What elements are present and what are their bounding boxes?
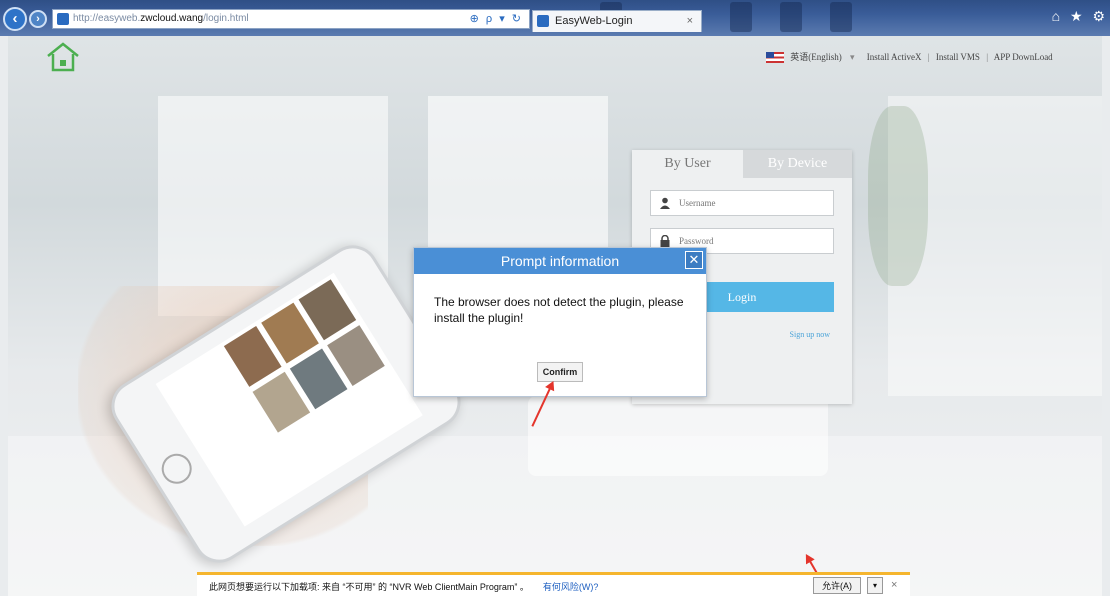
prompt-dialog: Prompt information ✕ The browser does no… bbox=[413, 247, 707, 397]
app-download-link[interactable]: APP DownLoad bbox=[994, 52, 1053, 62]
link-separator: | bbox=[986, 52, 988, 62]
link-separator: | bbox=[927, 52, 930, 62]
allow-options-dropdown[interactable]: ▾ bbox=[867, 577, 883, 594]
tab-close-icon[interactable]: × bbox=[687, 11, 693, 31]
dialog-title: Prompt information bbox=[414, 248, 706, 274]
dialog-message: The browser does not detect the plugin, … bbox=[434, 295, 684, 325]
address-url: http://easyweb.zwcloud.wang/login.html bbox=[73, 13, 249, 24]
username-field[interactable] bbox=[650, 190, 834, 216]
addon-notification-bar: 此网页想要运行以下加载项: 来自 “不可用” 的 “NVR Web Client… bbox=[197, 572, 910, 596]
page-content: 英语(English) ▾ Install ActiveX | Install … bbox=[8, 36, 1102, 596]
address-tools-icons[interactable]: ⊕ ρ ▾ ↻ bbox=[470, 10, 523, 28]
sign-up-link[interactable]: Sign up now bbox=[790, 330, 830, 339]
tab-title: EasyWeb-Login bbox=[555, 15, 633, 27]
close-icon[interactable]: × bbox=[891, 579, 897, 591]
browser-chrome: ‹ › http://easyweb.zwcloud.wang/login.ht… bbox=[0, 0, 1110, 36]
install-activex-link[interactable]: Install ActiveX bbox=[867, 52, 922, 62]
lock-icon bbox=[659, 234, 671, 247]
background-plant bbox=[868, 106, 928, 286]
back-button[interactable]: ‹ bbox=[3, 7, 27, 31]
us-flag-icon bbox=[766, 52, 784, 64]
risk-link[interactable]: 有何风险(W)? bbox=[543, 582, 599, 592]
confirm-button[interactable]: Confirm bbox=[537, 362, 583, 382]
chevron-down-icon[interactable]: ▾ bbox=[850, 52, 855, 62]
language-selector[interactable]: 英语(English) bbox=[790, 52, 842, 62]
browser-tab[interactable]: EasyWeb-Login × bbox=[532, 10, 702, 32]
tab-by-user[interactable]: By User bbox=[632, 150, 743, 178]
background-decoration bbox=[830, 2, 852, 32]
browser-toolbar-icons[interactable]: ⌂ ★ ⚙ bbox=[1052, 8, 1108, 25]
allow-button[interactable]: 允许(A) bbox=[813, 577, 861, 594]
user-icon bbox=[659, 197, 671, 209]
address-bar[interactable]: http://easyweb.zwcloud.wang/login.html ⊕… bbox=[52, 9, 530, 29]
home-logo-icon[interactable] bbox=[46, 42, 80, 72]
background-decoration bbox=[780, 2, 802, 32]
tab-favicon-icon bbox=[537, 15, 549, 27]
background-sofa bbox=[528, 396, 828, 476]
close-icon[interactable]: ✕ bbox=[685, 251, 703, 269]
background-decoration bbox=[730, 2, 752, 32]
install-vms-link[interactable]: Install VMS bbox=[936, 52, 980, 62]
site-favicon-icon bbox=[57, 13, 69, 25]
notification-message: 此网页想要运行以下加载项: 来自 “不可用” 的 “NVR Web Client… bbox=[209, 582, 599, 592]
tab-by-device[interactable]: By Device bbox=[743, 150, 852, 178]
phone-home-button bbox=[156, 448, 198, 490]
forward-button[interactable]: › bbox=[29, 10, 47, 28]
username-input[interactable] bbox=[679, 193, 829, 213]
header-links: 英语(English) ▾ Install ActiveX | Install … bbox=[766, 50, 1053, 64]
